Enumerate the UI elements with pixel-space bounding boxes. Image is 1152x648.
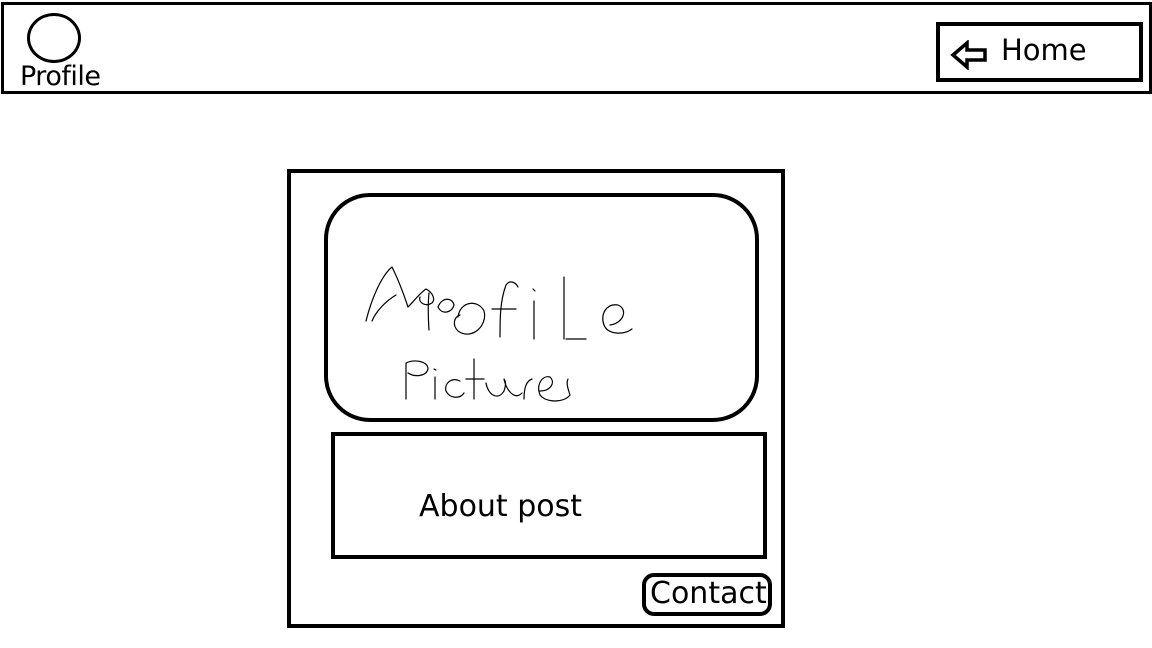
profile-picture-placeholder[interactable] bbox=[324, 193, 759, 422]
profile-nav-link[interactable]: Profile bbox=[18, 12, 128, 94]
profile-card: About post Contact bbox=[287, 169, 785, 628]
contact-button-label: Contact bbox=[650, 576, 767, 611]
handwritten-profile-picture-text bbox=[365, 266, 633, 402]
user-circle-icon bbox=[27, 13, 81, 63]
home-button-label: Home bbox=[1001, 33, 1087, 67]
back-arrow-icon bbox=[950, 40, 987, 70]
profile-nav-label: Profile bbox=[20, 61, 101, 92]
about-post-text: About post bbox=[419, 489, 583, 524]
top-navigation-bar: Profile Home bbox=[1, 2, 1152, 94]
contact-button[interactable]: Contact bbox=[642, 573, 772, 616]
home-button[interactable]: Home bbox=[936, 22, 1143, 82]
about-post-section: About post bbox=[331, 432, 767, 559]
